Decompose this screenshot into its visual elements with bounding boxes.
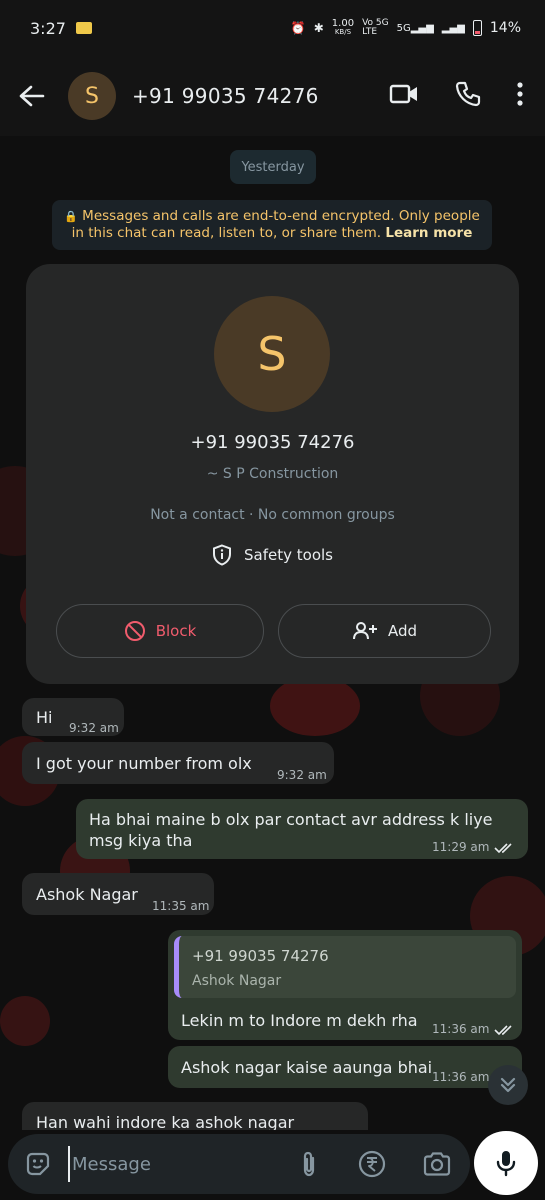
message-text: Ashok nagar kaise aaunga bhai xyxy=(181,1058,433,1077)
card-push-name: ~ S P Construction xyxy=(206,466,339,482)
battery-level: 14% xyxy=(489,20,521,36)
lock-icon: 🔒 xyxy=(64,210,78,223)
message-time: 11:35 am xyxy=(152,899,210,913)
camera-icon xyxy=(423,1152,451,1176)
message-text-line-2: msg kiya tha xyxy=(89,831,193,850)
outgoing-message[interactable]: Ashok nagar kaise aaunga bhai 11:36 am xyxy=(168,1046,522,1088)
date-chip: Yesterday xyxy=(230,150,316,184)
shield-icon xyxy=(213,544,232,566)
chat-header: S +91 99035 74276 xyxy=(0,56,545,136)
video-camera-icon xyxy=(389,84,417,104)
message-text: I got your number from olx xyxy=(36,754,252,773)
attach-button[interactable] xyxy=(298,1150,320,1182)
bluetooth-icon: ✱ xyxy=(313,21,324,35)
message-time: 11:36 am xyxy=(432,1022,490,1036)
more-options-button[interactable] xyxy=(517,82,523,110)
status-time: 3:27 xyxy=(30,18,66,38)
network-speed: 1.00 KB/S xyxy=(331,18,355,37)
block-icon xyxy=(124,621,145,641)
phone-icon xyxy=(455,81,481,107)
rupee-icon xyxy=(358,1150,386,1178)
arrow-left-icon xyxy=(19,85,45,107)
safety-tools-label: Safety tools xyxy=(244,546,333,564)
notification-icon xyxy=(75,22,92,34)
block-label: Block xyxy=(155,622,197,640)
scroll-to-bottom-button[interactable] xyxy=(488,1065,528,1105)
contact-avatar[interactable]: S xyxy=(68,72,116,120)
double-chevron-down-icon xyxy=(500,1077,516,1093)
learn-more-link[interactable]: Learn more xyxy=(385,225,472,241)
add-contact-button[interactable]: Add xyxy=(278,604,491,658)
alarm-icon: ⏰ xyxy=(290,21,306,35)
message-text-line-1: Ha bhai maine b olx par contact avr addr… xyxy=(89,810,493,829)
message-meta: 11:29 am xyxy=(432,837,516,858)
outgoing-message[interactable]: Ha bhai maine b olx par contact avr addr… xyxy=(76,799,528,859)
voice-call-button[interactable] xyxy=(455,81,481,111)
microphone-icon xyxy=(496,1151,516,1177)
unknown-contact-card: S +91 99035 74276 ~ S P Construction Not… xyxy=(26,264,519,684)
message-input[interactable] xyxy=(68,1146,288,1182)
quoted-text: Ashok Nagar xyxy=(192,973,282,989)
video-call-button[interactable] xyxy=(389,83,419,109)
message-time: 9:32 am xyxy=(69,721,119,735)
paperclip-icon xyxy=(303,1151,315,1177)
sticker-icon xyxy=(26,1152,50,1176)
quoted-message[interactable]: +91 99035 74276 Ashok Nagar xyxy=(174,936,516,998)
add-label: Add xyxy=(387,622,418,640)
double-check-icon xyxy=(494,842,513,853)
contact-title[interactable]: +91 99035 74276 xyxy=(132,84,319,108)
status-indicators: ⏰ ✱ 1.00 KB/S Vo 5G LTE 5G▂▄▆ ▂▄▆ 14% xyxy=(291,19,521,37)
message-time: 11:36 am xyxy=(432,1070,490,1084)
message-text: Lekin m to Indore m dekh rha xyxy=(181,1011,418,1030)
card-phone-number: +91 99035 74276 xyxy=(190,432,355,453)
incoming-message[interactable]: Hi 9:32 am xyxy=(22,698,124,736)
message-text: Ashok Nagar xyxy=(36,885,138,904)
safety-tools-button[interactable]: Safety tools xyxy=(26,544,519,566)
block-button[interactable]: Block xyxy=(56,604,264,658)
add-person-icon xyxy=(352,622,377,640)
card-contact-info: Not a contact · No common groups xyxy=(150,507,395,523)
incoming-message[interactable]: I got your number from olx 9:32 am xyxy=(22,742,334,784)
card-avatar: S xyxy=(214,296,330,412)
signal-5g-icon: 5G▂▄▆ xyxy=(396,22,434,34)
outgoing-reply-message[interactable]: +91 99035 74276 Ashok Nagar Lekin m to I… xyxy=(168,930,522,1040)
message-text: Han wahi indore ka ashok nagar xyxy=(36,1113,295,1130)
status-bar: 3:27 ⏰ ✱ 1.00 KB/S Vo 5G LTE 5G▂▄▆ ▂▄▆ 1… xyxy=(0,0,545,56)
message-meta: 11:36 am xyxy=(432,1019,516,1040)
quoted-author: +91 99035 74276 xyxy=(192,947,329,965)
message-text: Hi xyxy=(36,708,53,727)
incoming-message[interactable]: Ashok Nagar 11:35 am xyxy=(22,873,214,915)
camera-button[interactable] xyxy=(422,1150,452,1182)
encryption-notice[interactable]: 🔒 Messages and calls are end-to-end encr… xyxy=(52,200,492,250)
payment-button[interactable] xyxy=(358,1150,386,1182)
message-composer xyxy=(8,1134,470,1194)
voice-message-button[interactable] xyxy=(474,1131,538,1195)
sticker-button[interactable] xyxy=(24,1150,52,1182)
message-time: 11:29 am xyxy=(432,840,490,854)
volte-indicator: Vo 5G LTE xyxy=(362,18,389,37)
battery-icon xyxy=(472,20,482,36)
signal-icon: ▂▄▆ xyxy=(441,22,465,34)
incoming-message-partial[interactable]: Han wahi indore ka ashok nagar xyxy=(22,1102,368,1130)
kebab-menu-icon xyxy=(517,82,523,106)
back-button[interactable] xyxy=(16,80,48,112)
double-check-icon xyxy=(494,1024,513,1035)
message-time: 9:32 am xyxy=(277,768,327,782)
